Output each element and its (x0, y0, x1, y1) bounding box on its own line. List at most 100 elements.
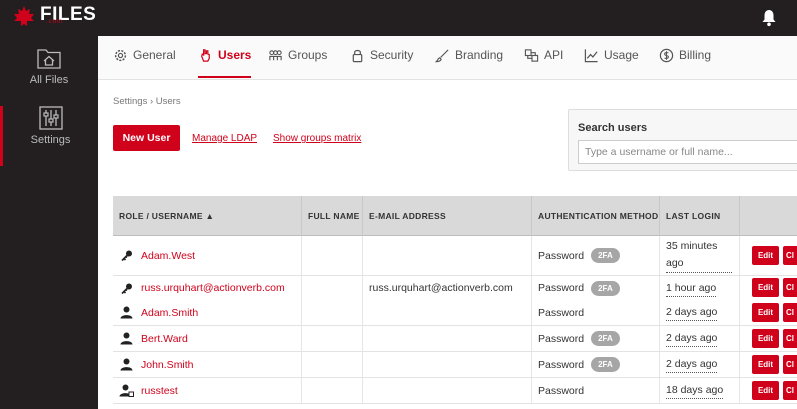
tab-security[interactable]: Security (350, 48, 413, 78)
sidebar-item-label: All Files (29, 74, 69, 86)
sidebar-item-all-files[interactable]: All Files (0, 46, 98, 106)
show-groups-matrix-link[interactable]: Show groups matrix (273, 133, 361, 144)
clone-button[interactable]: Cl (783, 245, 797, 265)
edit-button[interactable]: Edit (752, 302, 779, 322)
clone-button[interactable]: Cl (783, 380, 797, 400)
auth-method: Password (538, 384, 585, 397)
bell-icon[interactable] (761, 9, 777, 27)
cell-email (362, 378, 531, 403)
search-input[interactable] (578, 140, 797, 164)
tab-label: General (133, 48, 176, 62)
cell-email (362, 300, 531, 325)
clone-button[interactable]: Cl (783, 278, 797, 297)
manage-ldap-link[interactable]: Manage LDAP (192, 133, 257, 144)
cell-last-login: 35 minutes ago (659, 236, 739, 275)
last-login: 18 days ago (666, 382, 724, 399)
sidebar: All Files Settings (0, 36, 98, 409)
username-link[interactable]: russ.urquhart@actionverb.com (141, 282, 285, 294)
tab-billing[interactable]: Billing (659, 48, 711, 78)
clone-button[interactable]: Cl (783, 302, 797, 322)
sidebar-item-settings[interactable]: Settings (0, 106, 98, 166)
key-icon (121, 250, 132, 262)
cell-auth: Password 2FA (531, 352, 659, 377)
cell-role-username: russ.urquhart@actionverb.com (113, 276, 301, 300)
brush-icon (435, 49, 449, 63)
username-link[interactable]: John.Smith (141, 359, 194, 371)
cell-role-username: John.Smith (113, 352, 301, 377)
tab-label: Users (218, 48, 252, 62)
edit-button[interactable]: Edit (752, 245, 779, 265)
cell-email: russ.urquhart@actionverb.com (362, 276, 531, 300)
search-panel: Search users (568, 109, 797, 171)
cell-full-name (301, 352, 362, 377)
brand-logo[interactable]: FILES (12, 5, 96, 29)
top-bar: FILES .com (0, 0, 797, 36)
column-header-full-name: FULL NAME (301, 196, 362, 236)
2fa-badge: 2FA (591, 331, 620, 346)
chart-icon (584, 49, 598, 63)
last-login: 1 hour ago (666, 280, 717, 297)
cell-role-username: russtest (113, 378, 301, 403)
cell-full-name (301, 326, 362, 351)
user-icon (120, 358, 133, 371)
table-row: Adam.West Password 2FA 35 minutes ago Edit Cl (113, 236, 797, 276)
column-header-role[interactable]: ROLE / USERNAME ▲ (113, 196, 301, 236)
cell-actions: Edit Cl (739, 300, 797, 325)
username-link[interactable]: Bert.Ward (141, 333, 188, 345)
main-content: General Users Groups Security Branding A… (98, 36, 797, 409)
table-row: John.Smith Password 2FA 2 days ago Edit Cl (113, 352, 797, 378)
auth-method: Password (538, 358, 585, 371)
cell-email (362, 236, 531, 275)
auth-method: Password (538, 249, 585, 262)
cell-auth: Password 2FA (531, 326, 659, 351)
user-icon (120, 332, 133, 345)
dollar-icon (659, 48, 674, 63)
tab-general[interactable]: General (113, 48, 176, 78)
tab-label: API (544, 48, 564, 62)
cell-full-name (301, 236, 362, 275)
table-row: Bert.Ward Password 2FA 2 days ago Edit Cl (113, 326, 797, 352)
table-row: Adam.Smith Password 2 days ago Edit Cl (113, 300, 797, 326)
cell-email (362, 352, 531, 377)
tab-branding[interactable]: Branding (435, 48, 503, 78)
auth-method: Password (538, 332, 585, 345)
cell-auth: Password 2FA (531, 236, 659, 275)
table-row: russtest Password 18 days ago Edit Cl (113, 378, 797, 404)
tab-users[interactable]: Users (198, 48, 252, 78)
breadcrumb-settings[interactable]: Settings (113, 96, 147, 107)
cell-actions: Edit Cl (739, 276, 797, 300)
column-header-email: E-MAIL ADDRESS (362, 196, 531, 236)
gear-icon (114, 49, 127, 62)
column-header-actions (739, 196, 797, 236)
cell-last-login: 2 days ago (659, 352, 739, 377)
username-link[interactable]: Adam.West (141, 250, 195, 262)
maple-leaf-icon (14, 6, 34, 26)
auth-method: Password (538, 306, 585, 319)
cell-last-login: 2 days ago (659, 326, 739, 351)
email-address: russ.urquhart@actionverb.com (369, 282, 513, 294)
column-header-last-login: LAST LOGIN (659, 196, 739, 236)
new-user-button[interactable]: New User (113, 125, 180, 151)
tab-api[interactable]: API (524, 48, 563, 78)
edit-button[interactable]: Edit (752, 354, 779, 374)
clone-button[interactable]: Cl (783, 354, 797, 374)
username-link[interactable]: Adam.Smith (141, 307, 198, 319)
username-link[interactable]: russtest (141, 385, 178, 397)
tab-label: Billing (679, 48, 712, 62)
brand-sub: .com (46, 19, 64, 25)
edit-button[interactable]: Edit (752, 380, 779, 400)
table-header: ROLE / USERNAME ▲ FULL NAME E-MAIL ADDRE… (113, 196, 797, 236)
column-header-auth: AUTHENTICATION METHOD (531, 196, 659, 236)
cell-actions: Edit Cl (739, 352, 797, 377)
2fa-badge: 2FA (591, 357, 620, 372)
cell-full-name (301, 276, 362, 300)
cell-last-login: 18 days ago (659, 378, 739, 403)
sliders-icon (38, 106, 63, 130)
edit-button[interactable]: Edit (752, 328, 779, 348)
tab-usage[interactable]: Usage (584, 48, 639, 78)
tab-groups[interactable]: Groups (268, 48, 327, 78)
edit-button[interactable]: Edit (752, 278, 779, 297)
clone-button[interactable]: Cl (783, 328, 797, 348)
cell-role-username: Bert.Ward (113, 326, 301, 351)
last-login: 2 days ago (666, 304, 718, 321)
